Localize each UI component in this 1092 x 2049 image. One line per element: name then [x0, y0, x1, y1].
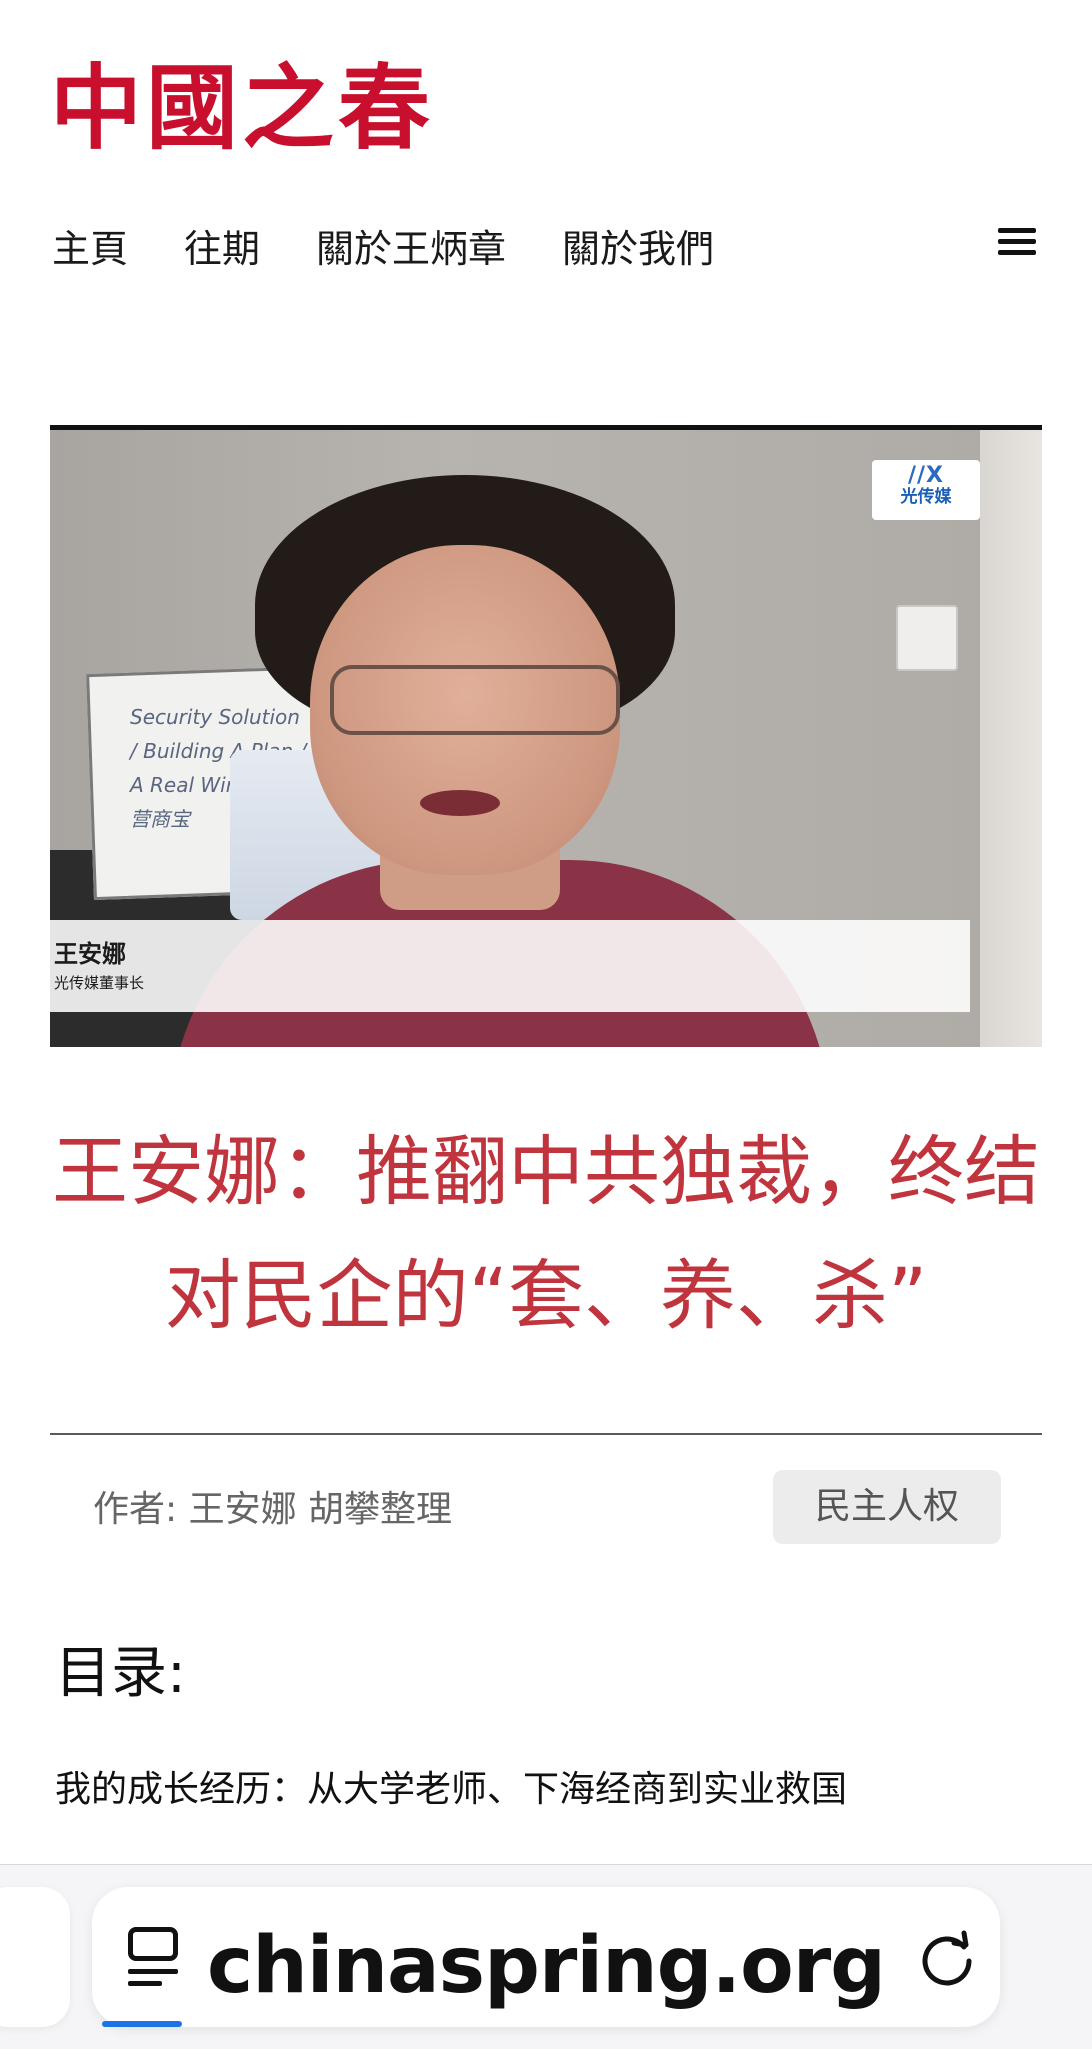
nav-item-home[interactable]: 主頁 [52, 218, 128, 271]
speaker-mouth [420, 790, 500, 816]
article-hero-image[interactable]: Security Solution / Building A Plan / A … [50, 425, 1042, 1047]
article-headline: 王安娜：推翻中共独裁，终结对民企的“套、养、杀” [52, 1127, 1040, 1340]
door-frame [980, 430, 1042, 1047]
address-bar[interactable]: chinaspring.org [92, 1887, 1000, 2027]
speaker-glasses [330, 665, 620, 735]
main-nav: 主頁 往期 關於王炳章 關於我們 [52, 218, 714, 271]
light-switch [896, 605, 958, 671]
previous-tab[interactable] [0, 1887, 70, 2027]
category-tag[interactable]: 民主人权 [773, 1470, 1001, 1544]
nav-item-about-us[interactable]: 關於我們 [562, 218, 714, 271]
lower-third-banner: 王安娜 光传媒董事长 [50, 920, 970, 1012]
url-text: chinaspring.org [206, 1921, 886, 2011]
nav-item-past-issues[interactable]: 往期 [184, 218, 260, 271]
load-progress-bar [102, 2021, 182, 2027]
hamburger-menu-icon[interactable] [994, 222, 1040, 266]
toc-title: 目录: [55, 1641, 186, 1706]
channel-logo: //X 光传媒 [872, 460, 980, 520]
site-logo[interactable]: 中國之春 [50, 62, 434, 154]
divider [50, 1433, 1042, 1435]
reload-icon[interactable] [914, 1925, 980, 1991]
toc-item[interactable]: 我的成长经历：从大学老师、下海经商到实业救国 [55, 1760, 847, 1812]
browser-bottom-bar: chinaspring.org [0, 1864, 1092, 2049]
article-byline: 作者: 王安娜 胡攀整理 [93, 1489, 453, 1530]
speaker-title-caption: 光传媒董事长 [54, 974, 145, 992]
speaker-name-caption: 王安娜 [54, 940, 126, 968]
nav-item-about-wang-bingzhang[interactable]: 關於王炳章 [316, 218, 506, 271]
